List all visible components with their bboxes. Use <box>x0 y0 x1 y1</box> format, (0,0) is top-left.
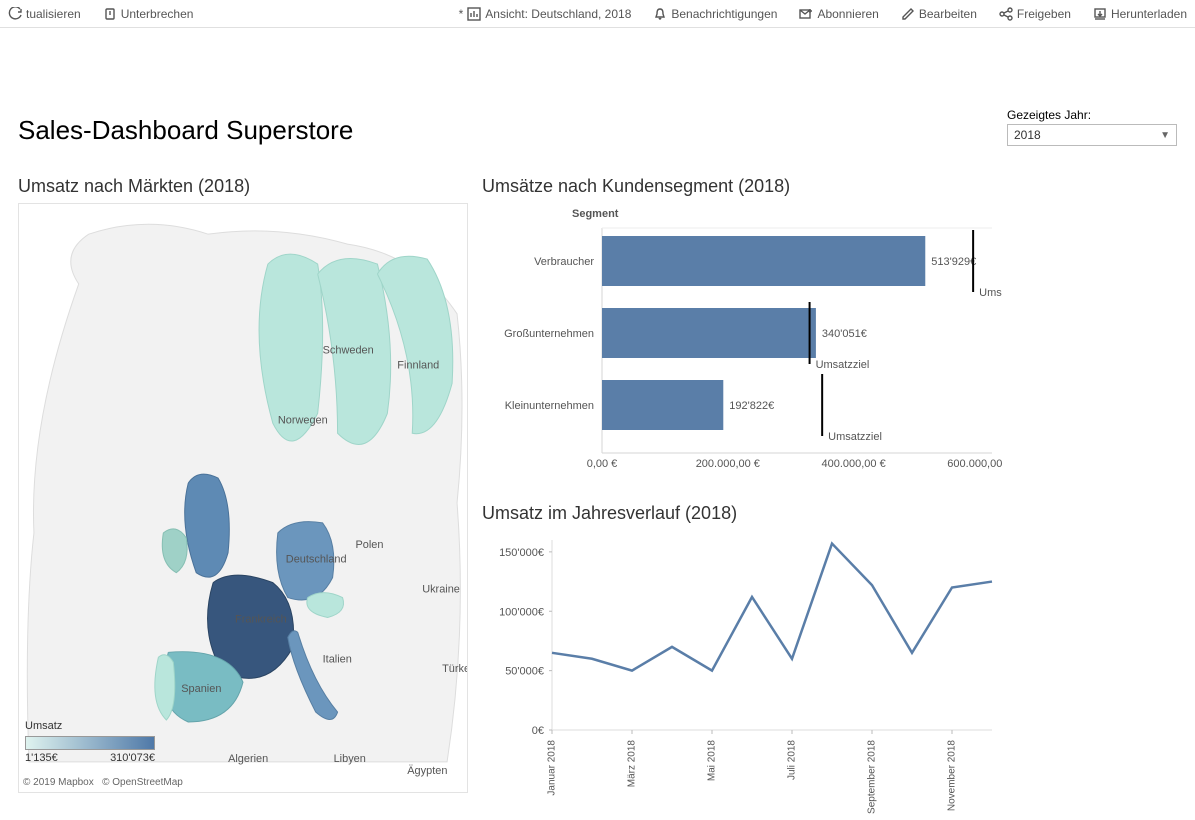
year-filter-label: Gezeigtes Jahr: <box>1007 108 1177 122</box>
svg-text:150'000€: 150'000€ <box>499 547 544 559</box>
refresh-button[interactable]: tualisieren <box>8 7 81 21</box>
year-select[interactable]: 2018 ▼ <box>1007 124 1177 146</box>
subscribe-button[interactable]: Abonnieren <box>799 7 878 21</box>
refresh-label: tualisieren <box>26 7 81 21</box>
chevron-down-icon: ▼ <box>1160 130 1170 141</box>
svg-text:Großunternehmen: Großunternehmen <box>504 328 594 340</box>
refresh-icon <box>8 7 22 21</box>
svg-text:Umsatzziel: Umsatzziel <box>979 287 1002 299</box>
svg-text:513'929€: 513'929€ <box>931 256 976 268</box>
mail-plus-icon <box>799 7 813 21</box>
map-credits: © 2019 Mapbox © OpenStreetMap <box>23 777 183 788</box>
map-svg: Schweden Finnland Norwegen Deutschland P… <box>19 204 467 792</box>
svg-text:Verbraucher: Verbraucher <box>534 256 594 268</box>
svg-text:600.000,00 €: 600.000,00 € <box>947 458 1002 470</box>
toolbar: tualisieren Unterbrechen * Ansicht: Deut… <box>0 0 1195 28</box>
line-chart[interactable]: 0€ 50'000€ 100'000€ 150'000€ Januar 2018 März… <box>482 530 1002 820</box>
share-button[interactable]: Freigeben <box>999 7 1071 21</box>
svg-text:Finnland: Finnland <box>397 360 439 372</box>
svg-text:0€: 0€ <box>532 725 544 737</box>
map-view[interactable]: Schweden Finnland Norwegen Deutschland P… <box>18 203 468 793</box>
map-legend-title: Umsatz <box>25 720 155 732</box>
svg-text:Libyen: Libyen <box>334 753 366 765</box>
pause-button[interactable]: Unterbrechen <box>103 7 194 21</box>
bell-icon <box>653 7 667 21</box>
line-chart-title: Umsatz im Jahresverlauf (2018) <box>482 503 1177 524</box>
dashboard: Sales-Dashboard Superstore Gezeigtes Jah… <box>0 28 1195 820</box>
share-icon <box>999 7 1013 21</box>
svg-text:0,00 €: 0,00 € <box>587 458 618 470</box>
year-selected-value: 2018 <box>1014 128 1041 142</box>
edit-button[interactable]: Bearbeiten <box>901 7 977 21</box>
svg-text:Türkei: Türkei <box>442 663 467 675</box>
map-legend-min: 1'135€ <box>25 752 58 764</box>
svg-text:400.000,00 €: 400.000,00 € <box>821 458 885 470</box>
svg-text:Juli 2018: Juli 2018 <box>787 740 798 780</box>
svg-text:Mai 2018: Mai 2018 <box>707 740 718 782</box>
svg-text:Deutschland: Deutschland <box>286 554 347 566</box>
year-filter: Gezeigtes Jahr: 2018 ▼ <box>1007 108 1177 146</box>
svg-text:November 2018: November 2018 <box>947 740 958 812</box>
svg-text:192'822€: 192'822€ <box>729 400 774 412</box>
svg-text:Umsatzziel: Umsatzziel <box>816 359 870 371</box>
map-title: Umsatz nach Märkten (2018) <box>18 176 468 197</box>
view-button[interactable]: * Ansicht: Deutschland, 2018 <box>459 7 632 21</box>
download-label: Herunterladen <box>1111 7 1187 21</box>
line-chart-panel: Umsatz im Jahresverlauf (2018) 0€ 50'000€… <box>482 503 1177 820</box>
svg-text:Schweden: Schweden <box>323 345 374 357</box>
svg-text:September 2018: September 2018 <box>867 740 878 814</box>
edit-label: Bearbeiten <box>919 7 977 21</box>
map-legend: Umsatz 1'135€ 310'073€ <box>25 720 155 764</box>
svg-text:Segment: Segment <box>572 208 619 220</box>
bar-chart-title: Umsätze nach Kundensegment (2018) <box>482 176 1177 197</box>
pencil-icon <box>901 7 915 21</box>
svg-text:Spanien: Spanien <box>181 683 221 695</box>
svg-text:Norwegen: Norwegen <box>278 414 328 426</box>
map-legend-max: 310'073€ <box>110 752 155 764</box>
svg-text:Algerien: Algerien <box>228 753 268 765</box>
svg-text:200.000,00 €: 200.000,00 € <box>696 458 760 470</box>
pause-icon <box>103 7 117 21</box>
notifications-label: Benachrichtigungen <box>671 7 777 21</box>
svg-text:Kleinunternehmen: Kleinunternehmen <box>505 400 594 412</box>
view-prefix: * <box>459 7 464 21</box>
bar-chart-panel: Umsätze nach Kundensegment (2018) Segmen… <box>482 176 1177 483</box>
map-credit-osm: © OpenStreetMap <box>102 777 183 788</box>
svg-text:Ägypten: Ägypten <box>407 765 447 777</box>
pause-label: Unterbrechen <box>121 7 194 21</box>
view-label: Ansicht: Deutschland, 2018 <box>485 7 631 21</box>
bar-chart[interactable]: Segment 0,00 € 200.000,00 € 400.000,00 € 600… <box>482 203 1002 478</box>
svg-text:Umsatzziel: Umsatzziel <box>828 431 882 443</box>
svg-text:Januar 2018: Januar 2018 <box>547 740 558 796</box>
notifications-button[interactable]: Benachrichtigungen <box>653 7 777 21</box>
svg-text:Ukraine: Ukraine <box>422 584 460 596</box>
download-icon <box>1093 7 1107 21</box>
svg-text:Frankreich: Frankreich <box>235 613 287 625</box>
download-button[interactable]: Herunterladen <box>1093 7 1187 21</box>
subscribe-label: Abonnieren <box>817 7 878 21</box>
svg-text:Italien: Italien <box>323 653 352 665</box>
chart-icon <box>467 7 481 21</box>
svg-text:Polen: Polen <box>355 539 383 551</box>
map-legend-bar <box>25 736 155 750</box>
svg-text:50'000€: 50'000€ <box>505 666 544 678</box>
dashboard-title: Sales-Dashboard Superstore <box>18 115 353 146</box>
map-credit-mapbox: © 2019 Mapbox <box>23 777 94 788</box>
svg-text:340'051€: 340'051€ <box>822 328 867 340</box>
svg-text:100'000€: 100'000€ <box>499 606 544 618</box>
share-label: Freigeben <box>1017 7 1071 21</box>
svg-text:März 2018: März 2018 <box>627 740 638 788</box>
